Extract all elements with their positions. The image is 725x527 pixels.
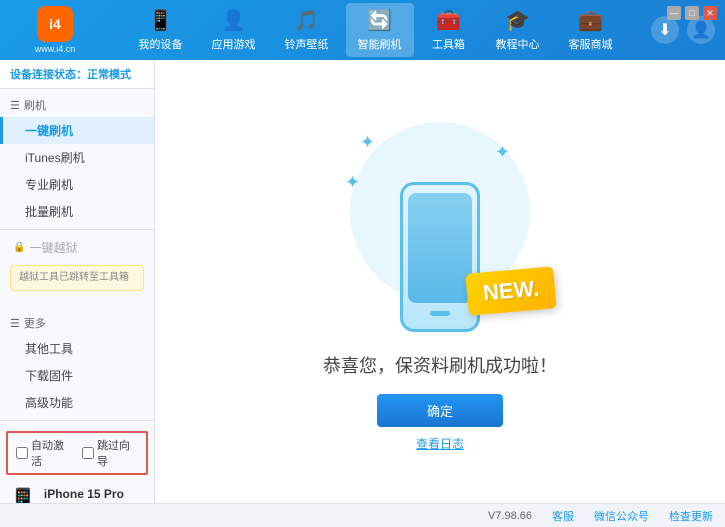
more-label: 更多 — [24, 315, 46, 331]
device-info: 📱 iPhone 15 Pro Max 512GB iPhone — [0, 479, 154, 503]
more-section-header: ☰ 更多 — [0, 311, 154, 335]
nav-apps-games[interactable]: 👤 应用游戏 — [200, 3, 268, 57]
apps-icon: 👤 — [221, 8, 246, 33]
sidebar-warning: 越狱工具已跳转至工具箱 — [10, 265, 144, 291]
status-label: 设备连接状态： — [10, 69, 87, 81]
my-device-icon: 📱 — [148, 8, 173, 33]
status-bar: 设备连接状态：正常模式 — [0, 60, 154, 89]
sparkle-2: ✦ — [495, 142, 510, 163]
ringtones-icon: 🎵 — [294, 8, 319, 33]
nav-toolbox-label: 工具箱 — [432, 36, 465, 52]
nav-apps-label: 应用游戏 — [212, 36, 256, 52]
window-controls: — □ ✕ — [667, 6, 717, 20]
sidebar-jailbreak: 🔒 一键越狱 — [0, 234, 154, 261]
phone-home-button — [430, 311, 450, 316]
version-label: V7.98.66 — [488, 510, 532, 522]
close-button[interactable]: ✕ — [703, 6, 717, 20]
sidebar-batch-flash[interactable]: 批量刷机 — [0, 198, 154, 225]
main-layout: 设备连接状态：正常模式 ☰ 刷机 一键刷机 iTunes刷机 专业刷机 批量刷机 — [0, 60, 725, 503]
flash-label: 刷机 — [24, 97, 46, 113]
device-details: iPhone 15 Pro Max 512GB iPhone — [44, 485, 146, 503]
nav-service-label: 客服商城 — [569, 36, 613, 52]
nav-bar: 📱 我的设备 👤 应用游戏 🎵 铃声壁纸 🔄 智能刷机 🧰 工具箱 🎓 — [110, 3, 641, 57]
nav-smart-flash[interactable]: 🔄 智能刷机 — [346, 3, 414, 57]
guide-checkbox[interactable] — [82, 447, 94, 459]
footer-item-0[interactable]: 客服 — [552, 508, 574, 524]
sparkle-1: ✦ — [360, 132, 375, 153]
device-checkbox-row: 自动激活 跳过向导 — [6, 431, 148, 475]
device-phone-icon: 📱 — [8, 487, 38, 503]
sidebar-bottom: 自动激活 跳过向导 📱 iPhone 15 Pro Max 512GB iPho… — [0, 420, 154, 503]
nav-tutorial-label: 教程中心 — [496, 36, 540, 52]
toolbox-icon: 🧰 — [436, 8, 461, 33]
minimize-button[interactable]: — — [667, 6, 681, 20]
sidebar-other-tools[interactable]: 其他工具 — [0, 335, 154, 362]
footer: V7.98.66 客服 微信公众号 检查更新 — [0, 503, 725, 527]
smart-flash-icon: 🔄 — [367, 8, 392, 33]
nav-service[interactable]: 💼 客服商城 — [557, 3, 625, 57]
flash-section: ☰ 刷机 一键刷机 iTunes刷机 专业刷机 批量刷机 🔒 — [0, 89, 154, 299]
sidebar: 设备连接状态：正常模式 ☰ 刷机 一键刷机 iTunes刷机 专业刷机 批量刷机 — [0, 60, 155, 503]
logo-subtitle: www.i4.cn — [35, 44, 76, 54]
nav-my-device[interactable]: 📱 我的设备 — [127, 3, 195, 57]
sidebar-divider-1 — [0, 229, 154, 230]
footer-item-1[interactable]: 微信公众号 — [594, 508, 649, 524]
content-area: ✦ ✦ ✦ NEW. 恭喜您，保资料刷机成功啦！ 确定 查看日志 — [155, 60, 725, 503]
nav-tutorial[interactable]: 🎓 教程中心 — [484, 3, 552, 57]
footer-item-2[interactable]: 检查更新 — [669, 508, 713, 524]
nav-toolbox[interactable]: 🧰 工具箱 — [419, 3, 479, 57]
logo: i4 www.i4.cn — [10, 6, 100, 54]
tutorial-icon: 🎓 — [505, 8, 530, 33]
logo-icon: i4 — [37, 6, 73, 42]
download-button[interactable]: ⬇ — [651, 16, 679, 44]
device-name: iPhone 15 Pro Max — [44, 485, 146, 503]
log-link[interactable]: 查看日志 — [416, 435, 464, 452]
header: i4 www.i4.cn 📱 我的设备 👤 应用游戏 🎵 铃声壁纸 🔄 智能刷机 — [0, 0, 725, 60]
auto-activate-label[interactable]: 自动激活 — [16, 437, 72, 469]
header-right: ⬇ 👤 — [651, 16, 715, 44]
auto-activate-checkbox[interactable] — [16, 447, 28, 459]
sidebar-advanced[interactable]: 高级功能 — [0, 389, 154, 416]
status-value: 正常模式 — [87, 69, 131, 81]
sidebar-pro-flash[interactable]: 专业刷机 — [0, 171, 154, 198]
maximize-button[interactable]: □ — [685, 6, 699, 20]
new-badge: NEW. — [465, 266, 557, 316]
confirm-button[interactable]: 确定 — [377, 394, 503, 427]
guide-label[interactable]: 跳过向导 — [82, 437, 138, 469]
nav-my-device-label: 我的设备 — [139, 36, 183, 52]
phone-illustration: ✦ ✦ ✦ NEW. — [340, 112, 540, 332]
flash-icon: ☰ — [10, 99, 20, 112]
more-icon: ☰ — [10, 317, 20, 330]
success-text: 恭喜您，保资料刷机成功啦！ — [323, 352, 557, 378]
sidebar-itunes-flash[interactable]: iTunes刷机 — [0, 144, 154, 171]
sidebar-download-firmware[interactable]: 下载固件 — [0, 362, 154, 389]
phone-screen — [408, 193, 472, 303]
nav-ringtones[interactable]: 🎵 铃声壁纸 — [273, 3, 341, 57]
nav-smart-flash-label: 智能刷机 — [358, 36, 402, 52]
nav-ringtones-label: 铃声壁纸 — [285, 36, 329, 52]
flash-section-header: ☰ 刷机 — [0, 93, 154, 117]
user-button[interactable]: 👤 — [687, 16, 715, 44]
more-section: ☰ 更多 其他工具 下载固件 高级功能 — [0, 307, 154, 420]
sparkle-3: ✦ — [345, 172, 360, 193]
service-icon: 💼 — [578, 8, 603, 33]
sidebar-one-click-flash[interactable]: 一键刷机 — [0, 117, 154, 144]
